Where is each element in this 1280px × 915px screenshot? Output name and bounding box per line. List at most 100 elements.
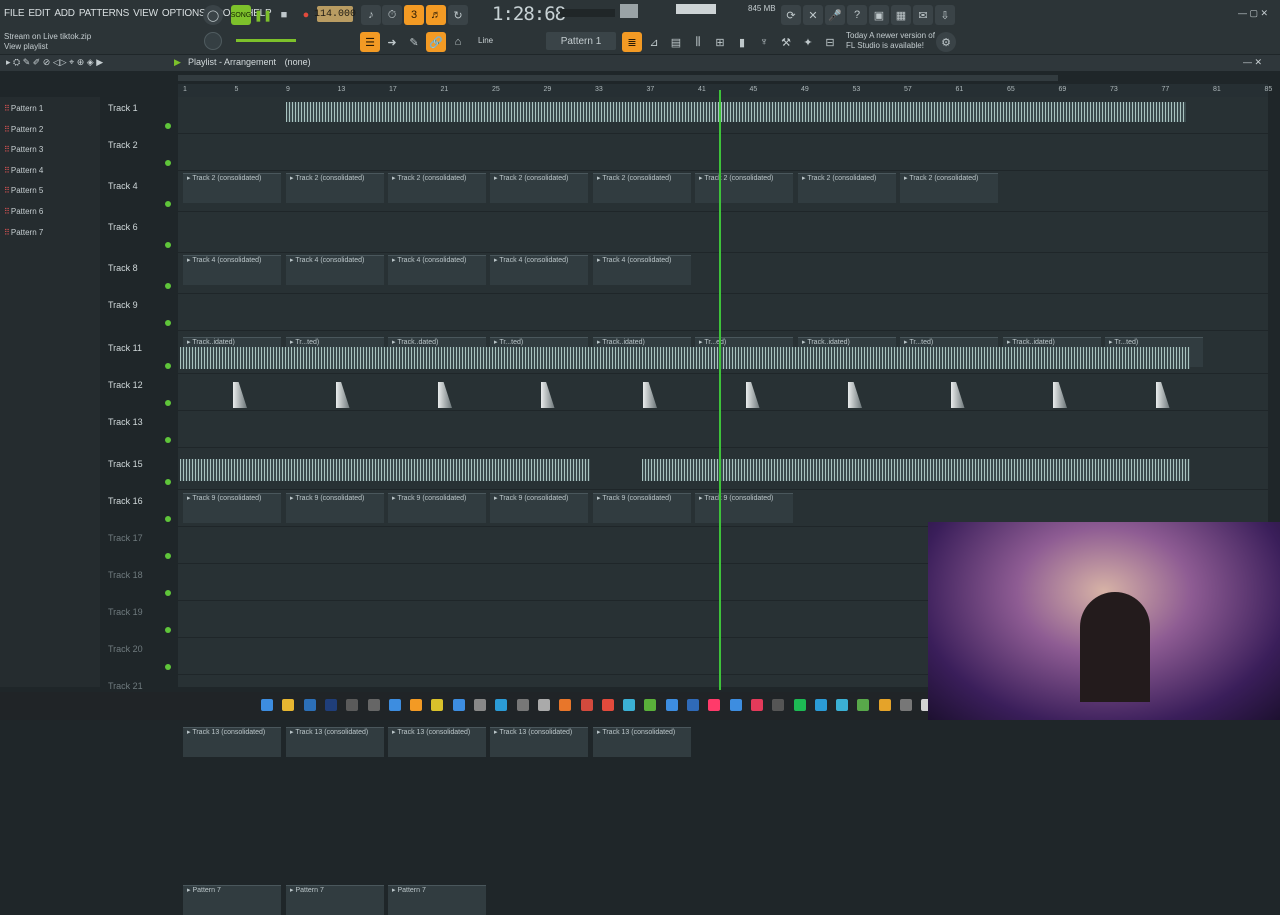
taskbar-app-icon[interactable]	[388, 699, 401, 711]
track-mute-led[interactable]	[165, 553, 171, 559]
clipboard-icon[interactable]: ▮	[732, 32, 752, 52]
taskbar-app-icon[interactable]	[687, 699, 699, 711]
snap-selector[interactable]: Line	[478, 36, 493, 45]
track-mute-led[interactable]	[165, 400, 171, 406]
pattern-selector[interactable]: Pattern 1	[546, 32, 616, 50]
brush-icon[interactable]: ⚒	[776, 32, 796, 52]
mixer-view-icon[interactable]: ⫼	[688, 32, 708, 52]
taskbar-app-icon[interactable]	[537, 699, 550, 711]
tempo-display[interactable]: 114.000	[314, 6, 356, 22]
audio-clip[interactable]: ▸ Track 13 (consolidated)	[490, 727, 588, 757]
taskbar-app-icon[interactable]	[474, 699, 486, 711]
browser-icon[interactable]: ⊞	[710, 32, 730, 52]
taskbar-app-icon[interactable]	[367, 699, 380, 711]
track-lane[interactable]: ▸ Track..idated) ▸ Tr...ted) ▸ Track..date…	[178, 216, 1268, 367]
audio-clip[interactable]: ▸ Track 13 (consolidated)	[593, 727, 691, 757]
track-mute-led[interactable]	[165, 516, 171, 522]
track-name[interactable]: Track 9	[108, 300, 138, 310]
track-name[interactable]: Track 6	[108, 222, 138, 232]
track-name[interactable]: Track 11	[108, 343, 142, 353]
audio-clip[interactable]: ▸ Track 13 (consolidated)	[388, 727, 486, 757]
link-icon[interactable]: 🔗	[426, 32, 446, 52]
track-name[interactable]: Track 20	[108, 644, 143, 654]
countdown-icon[interactable]: 3	[404, 5, 424, 25]
menu-edit[interactable]: EDIT	[28, 8, 50, 19]
track-mute-led[interactable]	[165, 320, 171, 326]
blend-notes-icon[interactable]: ♬	[426, 5, 446, 25]
audio-clip[interactable]: ▸ Pattern 7	[388, 885, 486, 915]
master-volume-slider[interactable]	[560, 9, 615, 17]
pattern-list-item[interactable]: Pattern 3	[4, 145, 43, 154]
playlist-window-controls[interactable]: — ✕	[1243, 57, 1262, 68]
playlist-play-icon[interactable]: ▶	[174, 57, 181, 68]
taskbar-app-icon[interactable]	[814, 699, 827, 711]
pattern-list-item[interactable]: Pattern 1	[4, 104, 43, 113]
playhead[interactable]	[719, 90, 721, 690]
tools-icon[interactable]: ✕	[803, 5, 823, 25]
pattern-list-item[interactable]: Pattern 6	[4, 207, 43, 216]
channel-rack-icon[interactable]: ▤	[666, 32, 686, 52]
metronome-icon[interactable]: ♪	[361, 5, 381, 25]
taskbar-app-icon[interactable]	[665, 699, 678, 711]
taskbar-app-icon[interactable]	[495, 699, 508, 711]
arrow-right-icon[interactable]: ➜	[382, 32, 402, 52]
taskbar-app-icon[interactable]	[410, 699, 423, 711]
audio-clip[interactable]: ▸ Track 13 (consolidated)	[286, 727, 384, 757]
track-name[interactable]: Track 8	[108, 263, 138, 273]
track-mute-led[interactable]	[165, 627, 171, 633]
refresh-icon[interactable]: ⟳	[781, 5, 801, 25]
stamp-icon[interactable]: ⌂	[448, 32, 468, 52]
track-lane[interactable]: ▸ Track 4 (consolidated) ▸ Track 4 (conso…	[178, 175, 1268, 285]
taskbar-app-icon[interactable]	[516, 699, 529, 711]
taskbar-app-icon[interactable]	[878, 699, 891, 711]
taskbar-app-icon[interactable]	[729, 699, 742, 711]
stop-button[interactable]: ■	[274, 5, 294, 25]
timeline-ruler[interactable]: 1 5 9 13 17 21 25 29 33 37 41 45 49 53 57 61 65 69 73 77 81 8…	[178, 84, 1272, 97]
playlist-tools-icons[interactable]: ▸ ⛭ ✎ ✐ ⊘ ◁▷ ⌖ ⊕ ◈ ▶	[6, 57, 103, 68]
taskbar-app-icon[interactable]	[772, 699, 785, 711]
track-mute-led[interactable]	[165, 242, 171, 248]
speaker-icon[interactable]: ✦	[798, 32, 818, 52]
taskbar-app-icon[interactable]	[836, 699, 849, 711]
song-time-display[interactable]: 1:28:68	[492, 3, 566, 25]
track-lane[interactable]	[178, 257, 1268, 294]
track-name[interactable]: Track 18	[108, 570, 143, 580]
taskbar-app-icon[interactable]	[452, 699, 465, 711]
menu-view[interactable]: VIEW	[133, 8, 158, 19]
taskbar-app-icon[interactable]	[857, 699, 870, 711]
taskbar-app-icon[interactable]	[559, 699, 572, 711]
track-mute-led[interactable]	[165, 283, 171, 289]
loop-record-icon[interactable]: ↻	[448, 5, 468, 25]
waveform-clip[interactable]	[642, 459, 1190, 481]
playlist-view-icon[interactable]: ≣	[622, 32, 642, 52]
plugin-icon[interactable]: ♆	[754, 32, 774, 52]
track-name[interactable]: Track 17	[108, 533, 143, 543]
news-panel[interactable]: Today A newer version of FL Studio is av…	[846, 31, 935, 51]
microphone-icon[interactable]: 🎤	[825, 5, 845, 25]
track-name[interactable]: Track 13	[108, 417, 143, 427]
record-button[interactable]: ●	[296, 5, 316, 25]
track-mute-led[interactable]	[165, 664, 171, 670]
waveform-clip[interactable]	[286, 102, 1186, 122]
pencil-icon[interactable]: ✎	[404, 32, 424, 52]
track-name[interactable]: Track 2	[108, 140, 138, 150]
waveform-clip[interactable]	[180, 347, 1190, 369]
mixer-icon[interactable]: ▦	[891, 5, 911, 25]
taskbar-app-icon[interactable]	[601, 699, 614, 711]
pattern-list-item[interactable]: Pattern 7	[4, 228, 43, 237]
pattern-list-item[interactable]: Pattern 5	[4, 186, 43, 195]
track-mute-led[interactable]	[165, 160, 171, 166]
taskbar-app-icon[interactable]	[431, 699, 444, 711]
pattern-list-item[interactable]: Pattern 2	[4, 125, 43, 134]
track-mute-led[interactable]	[165, 437, 171, 443]
menu-options[interactable]: OPTIONS	[162, 8, 206, 19]
track-name[interactable]: Track 12	[108, 380, 143, 390]
cart-icon[interactable]: ⊟	[820, 32, 840, 52]
pause-button[interactable]: ❚❚	[253, 5, 273, 25]
taskbar-app-icon[interactable]	[644, 699, 657, 711]
track-name[interactable]: Track 4	[108, 181, 138, 191]
chat-icon[interactable]: ✉	[913, 5, 933, 25]
piano-roll-icon[interactable]: ⊿	[644, 32, 664, 52]
pattern-list-item[interactable]: Pattern 4	[4, 166, 43, 175]
playlist-window-icon[interactable]: ☰	[360, 32, 380, 52]
